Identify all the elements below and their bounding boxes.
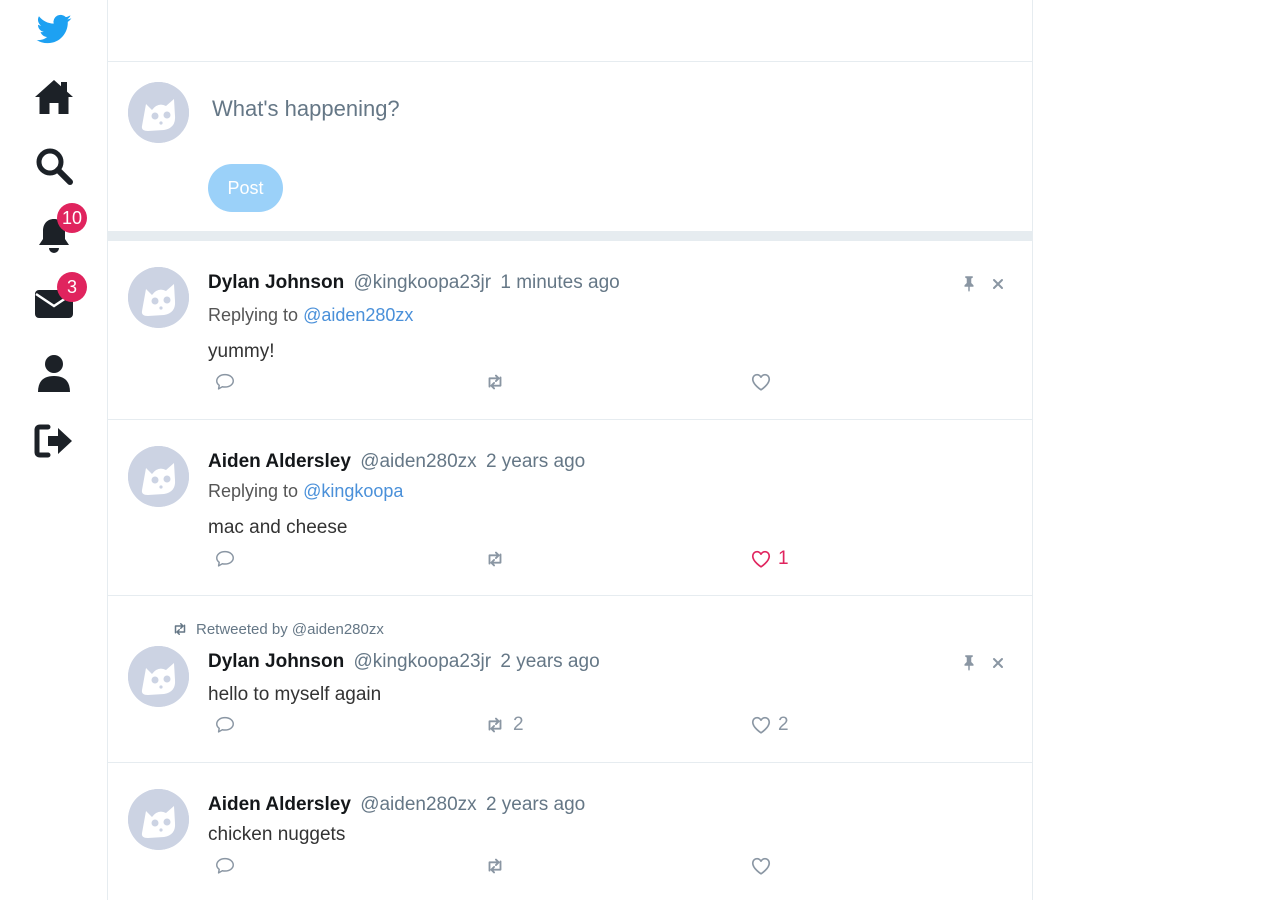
retweeted-by: Retweeted by @aiden280zx [170,620,384,638]
reply-button[interactable] [214,548,236,570]
like-button[interactable] [750,855,778,877]
reply-to-link[interactable]: @kingkoopa [303,481,403,501]
reply-to-link[interactable]: @aiden280zx [303,305,413,325]
notifications-badge: 10 [57,203,87,233]
reply-button[interactable] [214,371,236,393]
post-header: Dylan Johnson @kingkoopa23jr 1 minutes a… [208,272,620,294]
pin-icon[interactable] [960,653,978,671]
timestamp: 1 minutes ago [500,272,620,293]
retweet-button[interactable]: 2 [483,714,524,736]
reply-button[interactable] [214,714,236,736]
post-actions [214,855,814,877]
user-handle[interactable]: @kingkoopa23jr [353,651,491,672]
post-header: Dylan Johnson @kingkoopa23jr 2 years ago [208,651,600,673]
retweet-button[interactable] [483,371,513,393]
heart-icon [750,714,772,736]
like-count: 2 [778,714,789,735]
retweet-count: 2 [513,714,524,735]
sidebar: 10 3 [0,0,107,900]
display-name[interactable]: Dylan Johnson [208,651,344,672]
heart-icon [750,371,772,393]
pin-icon[interactable] [960,274,978,292]
search-icon[interactable] [33,145,75,187]
display-name[interactable]: Dylan Johnson [208,272,344,293]
comment-icon [214,855,236,877]
retweet-icon [170,620,190,638]
post-button[interactable]: Post [208,164,283,212]
reply-prefix: Replying to [208,305,299,325]
avatar[interactable] [128,789,189,850]
retweet-icon [483,371,507,393]
avatar[interactable] [128,446,189,507]
close-icon[interactable] [990,276,1006,292]
reply-line: Replying to @aiden280zx [208,305,413,326]
retweet-icon [483,855,507,877]
post-content: yummy! [208,341,275,362]
heart-icon [750,855,772,877]
retweet-button[interactable] [483,548,513,570]
comment-icon [214,548,236,570]
top-bar [108,0,1032,62]
main-feed: Post Dylan Johnson @kingkoopa23jr 1 minu… [107,0,1033,900]
close-icon[interactable] [990,655,1006,671]
home-icon[interactable] [33,76,75,118]
avatar[interactable] [128,267,189,328]
display-name[interactable]: Aiden Aldersley [208,794,351,815]
user-handle[interactable]: @aiden280zx [360,451,476,472]
post-actions [214,371,814,393]
like-button[interactable]: 1 [750,548,789,570]
avatar[interactable] [128,646,189,707]
compose-box: Post [108,62,1032,231]
post-header: Aiden Aldersley @aiden280zx 2 years ago [208,451,585,473]
post-item[interactable]: Aiden Aldersley @aiden280zx 2 years ago … [108,420,1032,596]
comment-icon [214,714,236,736]
user-handle[interactable]: @kingkoopa23jr [353,272,491,293]
like-button[interactable]: 2 [750,714,789,736]
display-name[interactable]: Aiden Aldersley [208,451,351,472]
messages-badge: 3 [57,272,87,302]
avatar [128,82,189,143]
section-divider [108,231,1032,241]
retweeted-by-label: Retweeted by @aiden280zx [196,620,384,638]
timestamp: 2 years ago [485,794,586,815]
timestamp: 2 years ago [500,651,600,672]
bird-logo-icon[interactable] [33,9,75,51]
post-header: Aiden Aldersley @aiden280zx 2 years ago [208,794,585,816]
comment-icon [214,371,236,393]
compose-input[interactable] [210,88,994,130]
timestamp: 2 years ago [485,451,586,472]
heart-icon [750,548,772,570]
post-actions: 1 [214,548,814,570]
post-item[interactable]: Aiden Aldersley @aiden280zx 2 years ago … [108,763,1032,900]
post-content: hello to myself again [208,684,382,705]
like-button[interactable] [750,371,778,393]
post-item[interactable]: Dylan Johnson @kingkoopa23jr 1 minutes a… [108,241,1032,420]
like-count: 1 [778,548,789,569]
reply-button[interactable] [214,855,236,877]
post-content: chicken nuggets [208,824,346,845]
retweet-icon [483,714,507,736]
user-handle[interactable]: @aiden280zx [360,794,476,815]
retweet-button[interactable] [483,855,513,877]
user-icon[interactable] [33,352,75,394]
reply-line: Replying to @kingkoopa [208,481,403,502]
retweet-icon [483,548,507,570]
reply-prefix: Replying to [208,481,299,501]
post-content: mac and cheese [208,517,348,538]
post-item[interactable]: Retweeted by @aiden280zx Dylan Johnson @… [108,596,1032,763]
post-actions: 2 2 [214,714,814,736]
sign-out-icon[interactable] [33,420,75,462]
